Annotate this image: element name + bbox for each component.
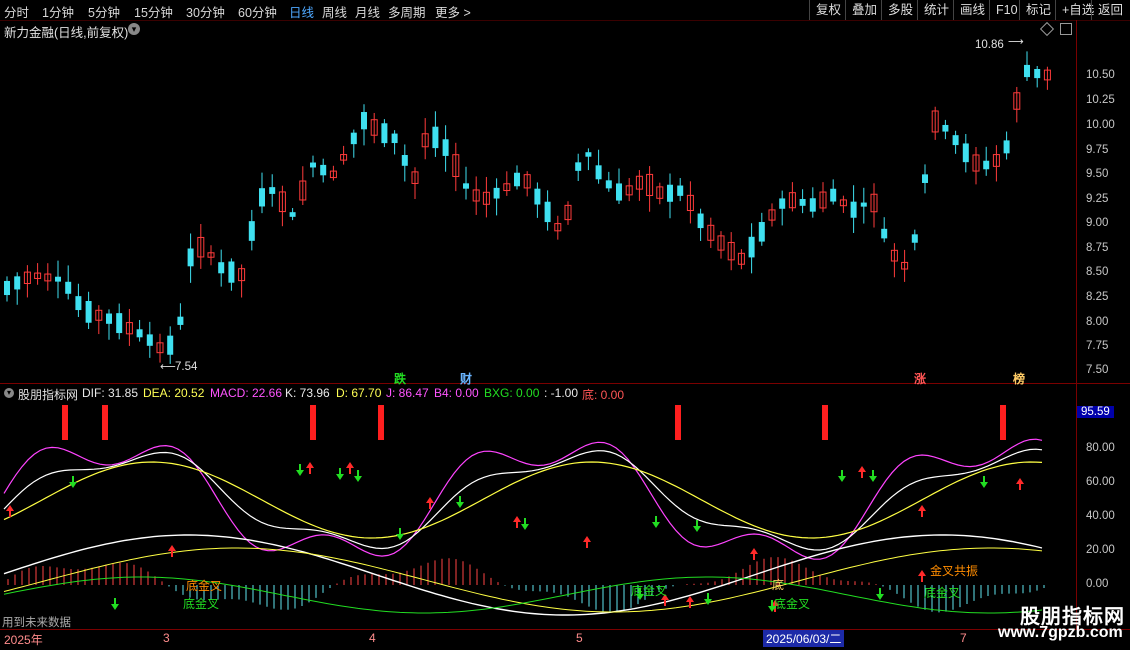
down-arrow-icon xyxy=(652,516,660,528)
signal-annotation: 底金叉 xyxy=(774,597,811,611)
indicator-axis-label: 60.00 xyxy=(1086,476,1115,488)
down-arrow-icon xyxy=(69,476,77,488)
price-axis-label: 8.00 xyxy=(1086,316,1109,328)
price-axis-label: 9.75 xyxy=(1086,144,1109,156)
indicator-current-value: 95.59 xyxy=(1077,406,1114,418)
up-arrow-icon xyxy=(513,516,521,528)
signal-annotation: 底金叉 xyxy=(631,584,668,598)
signal-annotation: 底 xyxy=(772,578,785,592)
price-axis-label: 10.25 xyxy=(1086,94,1115,106)
price-axis-line xyxy=(1076,20,1077,630)
up-arrow-icon xyxy=(1016,478,1024,490)
down-arrow-icon xyxy=(693,520,701,532)
signal-annotation: 底金叉 xyxy=(183,597,220,611)
up-arrow-icon xyxy=(346,462,354,474)
signal-annotation: 底金叉 xyxy=(924,586,961,600)
up-arrow-icon xyxy=(583,536,591,548)
price-axis-label: 9.00 xyxy=(1086,217,1109,229)
price-axis-label: 9.50 xyxy=(1086,168,1109,180)
signal-block xyxy=(675,405,681,440)
down-arrow-icon xyxy=(838,470,846,482)
signal-block xyxy=(102,405,108,440)
down-arrow-icon xyxy=(296,464,304,476)
signal-block xyxy=(1000,405,1006,440)
indicator-axis-label: 40.00 xyxy=(1086,510,1115,522)
time-axis-label: 5 xyxy=(576,631,583,645)
up-arrow-icon xyxy=(750,548,758,560)
signal-block xyxy=(378,405,384,440)
bxg-line xyxy=(3,576,1043,614)
up-arrow-icon xyxy=(168,545,176,557)
signal-block xyxy=(310,405,316,440)
back-button[interactable]: 返回 xyxy=(1091,0,1129,20)
down-arrow-icon xyxy=(396,528,404,540)
time-axis-label: 2025年 xyxy=(4,633,43,647)
time-axis-cursor-date: 2025/06/03/二 xyxy=(763,630,845,647)
indicator-axis-label: 20.00 xyxy=(1086,544,1115,556)
down-arrow-icon xyxy=(521,518,529,530)
price-axis-label: 7.75 xyxy=(1086,340,1109,352)
price-axis-label: 9.25 xyxy=(1086,193,1109,205)
up-arrow-icon xyxy=(858,466,866,478)
indicator-axis-label: 0.00 xyxy=(1086,578,1109,590)
up-arrow-icon xyxy=(306,462,314,474)
signal-annotation: 金叉共振 xyxy=(930,564,979,578)
price-axis-label: 10.00 xyxy=(1086,119,1115,131)
watermark-url: www.7gpzb.com xyxy=(998,624,1123,641)
down-arrow-icon xyxy=(336,468,344,480)
indicator-chart[interactable] xyxy=(0,0,1076,630)
price-axis-label: 7.50 xyxy=(1086,364,1109,376)
price-axis-label: 8.25 xyxy=(1086,291,1109,303)
price-axis-label: 10.50 xyxy=(1086,69,1115,81)
price-axis-label: 8.75 xyxy=(1086,242,1109,254)
signal-block xyxy=(62,405,68,440)
watermark-logo: 股朋指标网 www.7gpzb.com xyxy=(985,600,1130,648)
down-arrow-icon xyxy=(456,496,464,508)
down-arrow-icon xyxy=(980,476,988,488)
kdj-k-line xyxy=(3,448,1043,551)
time-axis-label: 4 xyxy=(369,631,376,645)
kdj-j-line xyxy=(3,438,1043,560)
indicator-axis-label: 80.00 xyxy=(1086,442,1115,454)
signal-block xyxy=(822,405,828,440)
down-arrow-icon xyxy=(869,470,877,482)
down-arrow-icon xyxy=(354,470,362,482)
signal-annotation: 底金叉 xyxy=(186,579,223,593)
price-axis-label: 8.50 xyxy=(1086,266,1109,278)
future-data-notice: 用到未来数据 xyxy=(2,617,71,629)
time-axis-label: 7 xyxy=(960,631,967,645)
up-arrow-icon xyxy=(918,505,926,517)
time-axis-label: 3 xyxy=(163,631,170,645)
down-arrow-icon xyxy=(111,598,119,610)
down-arrow-icon xyxy=(876,588,884,600)
up-arrow-icon xyxy=(918,570,926,582)
